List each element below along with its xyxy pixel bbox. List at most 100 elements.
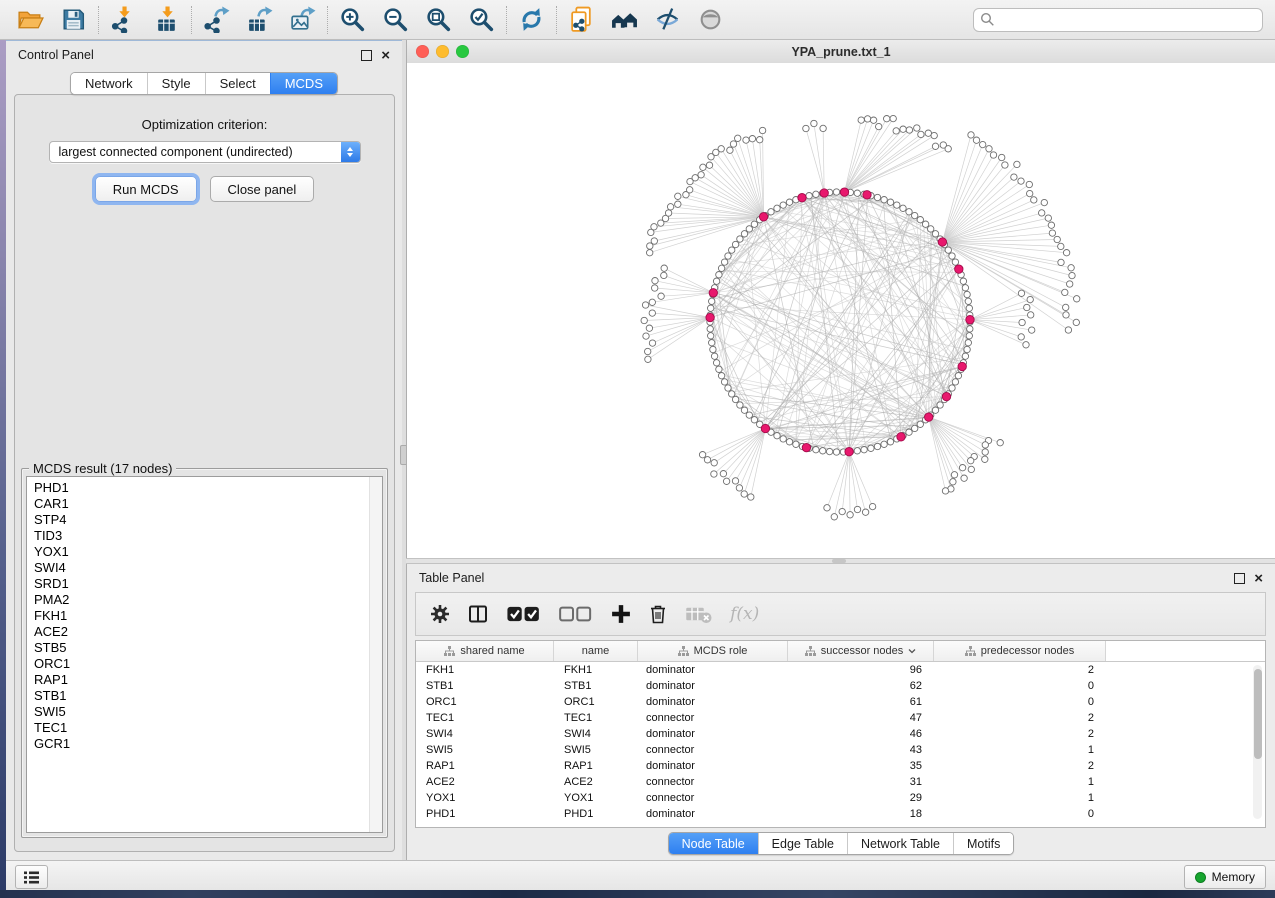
table-cell[interactable]: 0 (934, 680, 1106, 692)
minimize-window-icon[interactable] (436, 45, 449, 58)
table-row[interactable]: FKH1FKH1dominator962 (416, 662, 1265, 678)
table-cell[interactable]: RAP1 (416, 760, 554, 772)
run-mcds-button[interactable]: Run MCDS (95, 176, 197, 202)
show-columns-button[interactable] (468, 604, 488, 624)
table-cell[interactable]: SWI5 (554, 744, 638, 756)
table-settings-button[interactable] (430, 604, 450, 624)
table-cell[interactable]: 0 (934, 808, 1106, 820)
optimization-criterion-dropdown[interactable]: largest connected component (undirected) (49, 141, 361, 163)
table-cell[interactable]: connector (638, 792, 788, 804)
table-row[interactable]: STB1STB1dominator620 (416, 678, 1265, 694)
table-row[interactable]: SWI4SWI4dominator462 (416, 726, 1265, 742)
column-header-name[interactable]: name (554, 641, 638, 661)
table-cell[interactable]: PHD1 (554, 808, 638, 820)
table-cell[interactable]: 35 (788, 760, 934, 772)
mcds-result-item[interactable]: TID3 (34, 528, 382, 544)
table-row[interactable]: RAP1RAP1dominator352 (416, 758, 1265, 774)
splitter-grip[interactable] (832, 559, 846, 563)
table-cell[interactable]: dominator (638, 680, 788, 692)
table-cell[interactable]: RAP1 (554, 760, 638, 772)
table-cell[interactable]: dominator (638, 808, 788, 820)
table-row[interactable]: SWI5SWI5connector431 (416, 742, 1265, 758)
column-header-successor-nodes[interactable]: successor nodes (788, 641, 934, 661)
close-panel-icon[interactable]: × (381, 51, 390, 60)
table-cell[interactable]: dominator (638, 760, 788, 772)
export-table-button[interactable] (246, 6, 273, 33)
table-row[interactable]: ACE2ACE2connector311 (416, 774, 1265, 790)
table-cell[interactable]: 2 (934, 664, 1106, 676)
export-network-button[interactable] (203, 6, 230, 33)
memory-button[interactable]: Memory (1184, 865, 1266, 889)
maximize-window-icon[interactable] (456, 45, 469, 58)
mcds-result-item[interactable]: SWI4 (34, 560, 382, 576)
table-cell[interactable]: connector (638, 712, 788, 724)
table-cell[interactable]: 2 (934, 760, 1106, 772)
table-cell[interactable]: ORC1 (416, 696, 554, 708)
table-cell[interactable]: SWI4 (416, 728, 554, 740)
network-window-titlebar[interactable]: YPA_prune.txt_1 (407, 40, 1275, 64)
table-row[interactable]: ORC1ORC1dominator610 (416, 694, 1265, 710)
table-cell[interactable]: 47 (788, 712, 934, 724)
task-history-button[interactable] (15, 865, 48, 889)
scrollbar-thumb[interactable] (1254, 669, 1262, 759)
tab-node-table[interactable]: Node Table (669, 833, 758, 854)
select-all-button[interactable] (506, 604, 540, 624)
hide-graphics-details-button[interactable] (654, 6, 681, 33)
import-network-button[interactable] (110, 6, 137, 33)
mcds-list-scrollbar[interactable] (369, 477, 382, 832)
mcds-result-item[interactable]: CAR1 (34, 496, 382, 512)
table-cell[interactable]: dominator (638, 664, 788, 676)
zoom-in-button[interactable] (339, 6, 366, 33)
mcds-result-item[interactable]: GCR1 (34, 736, 382, 752)
network-view-canvas[interactable] (407, 63, 1275, 558)
tab-style[interactable]: Style (147, 73, 205, 94)
table-cell[interactable]: 61 (788, 696, 934, 708)
refresh-view-button[interactable] (518, 6, 545, 33)
tab-network-table[interactable]: Network Table (847, 833, 953, 854)
table-cell[interactable]: 2 (934, 712, 1106, 724)
table-cell[interactable]: 0 (934, 696, 1106, 708)
deselect-all-button[interactable] (558, 604, 592, 624)
table-row[interactable]: PHD1PHD1dominator180 (416, 806, 1265, 822)
mcds-result-item[interactable]: FKH1 (34, 608, 382, 624)
table-cell[interactable]: ACE2 (554, 776, 638, 788)
table-cell[interactable]: YOX1 (554, 792, 638, 804)
mcds-result-item[interactable]: SWI5 (34, 704, 382, 720)
table-cell[interactable]: dominator (638, 728, 788, 740)
table-cell[interactable]: STB1 (416, 680, 554, 692)
table-cell[interactable]: 18 (788, 808, 934, 820)
zoom-selected-button[interactable] (468, 6, 495, 33)
delete-table-button-disabled[interactable] (685, 604, 713, 624)
table-cell[interactable]: 29 (788, 792, 934, 804)
table-cell[interactable]: SWI4 (554, 728, 638, 740)
save-session-button[interactable] (60, 6, 87, 33)
share-document-button[interactable] (568, 6, 595, 33)
table-cell[interactable]: ORC1 (554, 696, 638, 708)
table-cell[interactable]: 31 (788, 776, 934, 788)
table-cell[interactable]: 1 (934, 744, 1106, 756)
table-row[interactable]: TEC1TEC1connector472 (416, 710, 1265, 726)
table-cell[interactable]: connector (638, 776, 788, 788)
table-cell[interactable]: 62 (788, 680, 934, 692)
mcds-result-item[interactable]: RAP1 (34, 672, 382, 688)
table-cell[interactable]: 2 (934, 728, 1106, 740)
search-input[interactable] (973, 8, 1263, 32)
import-table-button[interactable] (153, 6, 180, 33)
mcds-result-item[interactable]: STP4 (34, 512, 382, 528)
zoom-fit-button[interactable] (425, 6, 452, 33)
float-panel-icon[interactable] (1234, 573, 1245, 584)
table-cell[interactable]: SWI5 (416, 744, 554, 756)
table-cell[interactable]: FKH1 (554, 664, 638, 676)
table-cell[interactable]: 46 (788, 728, 934, 740)
mcds-result-item[interactable]: TEC1 (34, 720, 382, 736)
zoom-out-button[interactable] (382, 6, 409, 33)
table-cell[interactable]: STB1 (554, 680, 638, 692)
float-panel-icon[interactable] (361, 50, 372, 61)
mcds-result-item[interactable]: YOX1 (34, 544, 382, 560)
table-cell[interactable]: FKH1 (416, 664, 554, 676)
table-cell[interactable]: 43 (788, 744, 934, 756)
tab-motifs[interactable]: Motifs (953, 833, 1013, 854)
mcds-result-item[interactable]: SRD1 (34, 576, 382, 592)
mcds-result-item[interactable]: ACE2 (34, 624, 382, 640)
table-cell[interactable]: dominator (638, 696, 788, 708)
